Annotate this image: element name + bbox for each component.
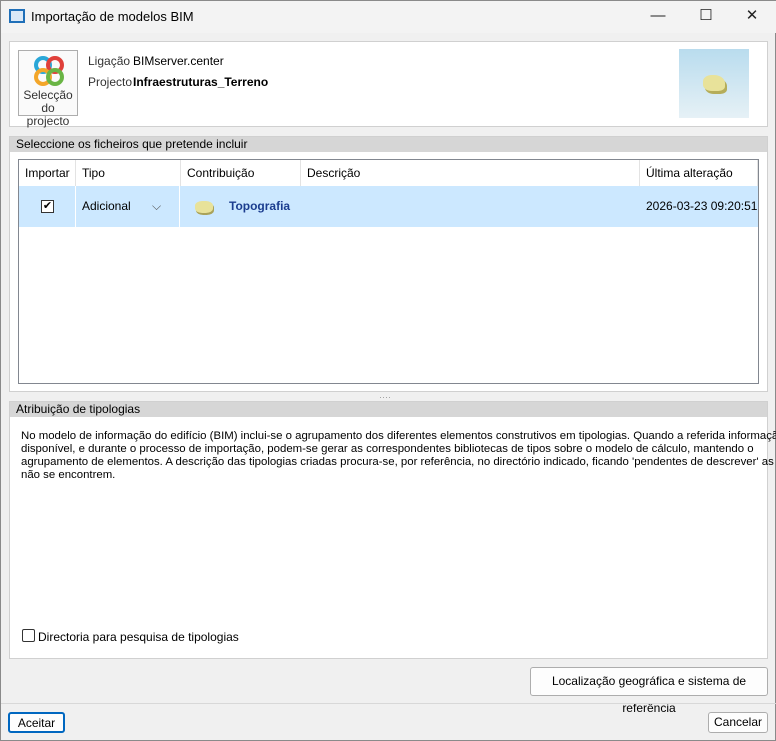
- type-value: Adicional: [82, 199, 131, 213]
- cancel-button[interactable]: Cancelar: [708, 712, 768, 733]
- chevron-down-icon: ⌵: [152, 199, 162, 213]
- project-label: Projecto: [88, 75, 133, 89]
- contribution-value: Topografia: [229, 199, 291, 213]
- title-bar: Importação de modelos BIM — ☐ ✕: [1, 1, 776, 33]
- connection-value: BIMserver.center: [133, 54, 224, 68]
- import-checkbox[interactable]: ✔: [41, 200, 54, 213]
- bimserver-logo-icon: [34, 56, 64, 86]
- accept-button[interactable]: Aceitar: [8, 712, 65, 733]
- project-panel: Selecção do projecto Ligação BIMserver.c…: [9, 41, 768, 128]
- window-title: Importação de modelos BIM: [31, 9, 194, 24]
- project-value: Infraestruturas_Terreno: [133, 75, 269, 89]
- type-dropdown[interactable]: Adicional ⌵: [75, 186, 180, 227]
- geo-location-button[interactable]: Localização geográfica e sistema de refe…: [530, 667, 768, 715]
- column-header-import[interactable]: Importar: [19, 160, 76, 186]
- description-line: agrupamento de elementos. A descrição da…: [21, 456, 776, 468]
- description-line: No modelo de informação do edifício (BIM…: [21, 430, 776, 442]
- select-project-button[interactable]: Selecção do projecto: [18, 50, 78, 128]
- column-header-description[interactable]: Descrição: [301, 160, 640, 186]
- project-thumbnail: [679, 49, 749, 118]
- app-icon: [9, 9, 25, 23]
- directory-checkbox[interactable]: [22, 629, 35, 642]
- column-header-type[interactable]: Tipo: [76, 160, 181, 186]
- select-project-label: Selecção do projecto: [23, 88, 73, 128]
- table-row[interactable]: ✔ Adicional ⌵ Topografia 2026-03-23 09:2…: [19, 186, 758, 227]
- column-header-modified[interactable]: Última alteração: [640, 160, 758, 186]
- typologies-description: No modelo de informação do edifício (BIM…: [21, 430, 776, 482]
- connection-label: Ligação: [88, 54, 131, 68]
- files-table: Importar Tipo Contribuição Descrição Últ…: [18, 159, 759, 384]
- close-button[interactable]: ✕: [737, 5, 767, 27]
- splitter-handle[interactable]: ····: [379, 393, 391, 402]
- typologies-panel: Atribuição de tipologias No modelo de in…: [9, 401, 776, 659]
- files-section-title: Seleccione os ficheiros que pretende inc…: [10, 137, 767, 152]
- modified-value: 2026-03-23 09:20:51: [646, 199, 758, 213]
- column-header-contribution[interactable]: Contribuição: [181, 160, 301, 186]
- description-line: não se encontrem.: [21, 469, 116, 481]
- directory-checkbox-label[interactable]: Directoria para pesquisa de tipologias: [38, 630, 239, 644]
- divider: [1, 703, 776, 704]
- files-panel: Seleccione os ficheiros que pretende inc…: [9, 136, 768, 392]
- maximize-button[interactable]: ☐: [691, 5, 721, 27]
- terrain-icon: [195, 201, 213, 213]
- minimize-button[interactable]: —: [643, 5, 673, 27]
- typologies-section-title: Atribuição de tipologias: [10, 402, 767, 417]
- description-line: disponível, e durante o processo de impo…: [21, 443, 754, 455]
